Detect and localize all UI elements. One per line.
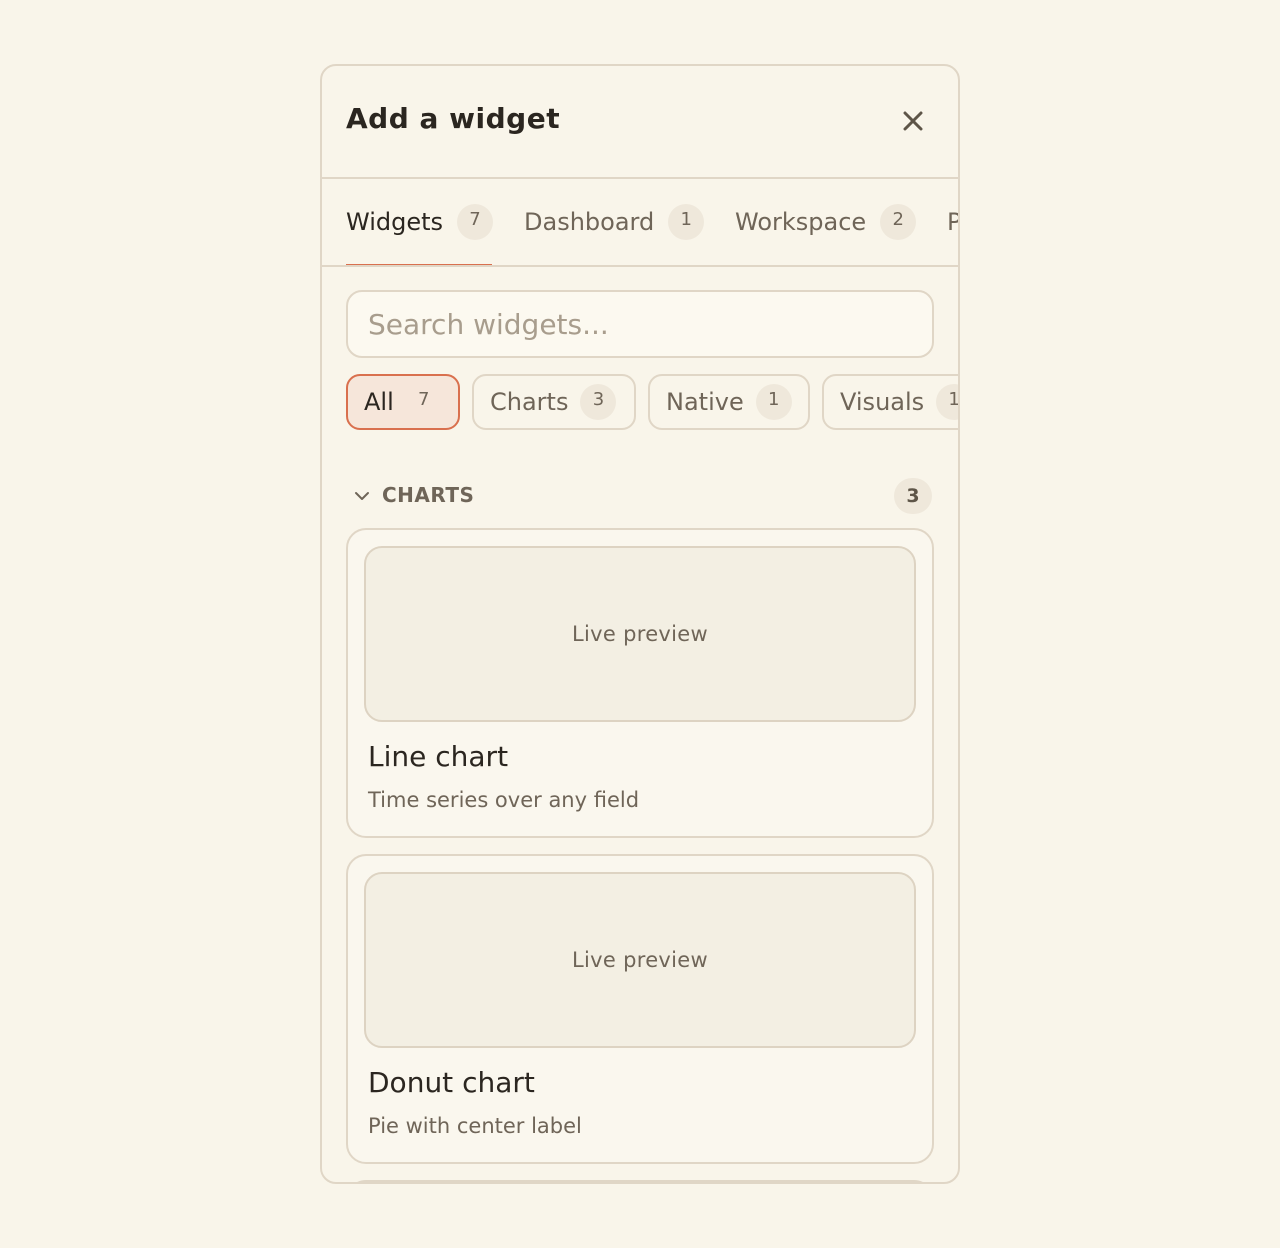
filter-chip-visuals[interactable]: Visuals 1 [822,374,958,430]
filter-chips: All 7 Charts 3 Native 1 Visuals 1 [346,374,958,432]
card-description: Time series over any field [368,788,640,812]
section-title: CHARTS [382,483,475,507]
chip-count-badge: 7 [418,388,430,410]
tab-bar: Widgets 7 Dashboard 1 Workspace 2 P [322,179,958,267]
chip-label: Native [666,388,744,416]
card-title: Line chart [368,740,509,773]
tab-count-badge: 2 [880,204,917,240]
card-description: Pie with center label [368,1114,582,1138]
tab-count-badge: 7 [457,204,494,240]
tab-label: Widgets [346,208,444,236]
card-title: Donut chart [368,1066,535,1099]
chip-count-badge: 3 [580,384,617,420]
live-preview: Live preview [364,872,916,1048]
section-count-badge: 3 [894,478,932,514]
filter-chip-native[interactable]: Native 1 [648,374,810,430]
active-tab-indicator [346,264,492,265]
dialog-title: Add a widget [346,102,561,135]
close-button[interactable] [896,104,930,138]
chip-label: Visuals [840,388,925,416]
filter-chip-all[interactable]: All 7 [346,374,460,430]
tab-dashboard[interactable]: Dashboard 1 [524,179,705,265]
chip-count-badge: 1 [936,384,958,420]
close-icon [903,111,923,131]
tab-count-badge: 1 [668,204,705,240]
section-header-charts[interactable]: CHARTS 3 [346,478,934,514]
tab-label: P [947,208,958,236]
widget-card-donut-chart[interactable]: Live preview Donut chart Pie with center… [346,854,934,1164]
live-preview: Live preview [364,546,916,722]
widget-card-partial[interactable] [346,1180,934,1182]
filter-chip-charts[interactable]: Charts 3 [472,374,636,430]
add-widget-dialog: Add a widget Widgets 7 Dashboard 1 Works… [320,64,960,1184]
search-input[interactable] [346,290,934,358]
tab-overflow[interactable]: P [947,179,958,265]
tab-widgets[interactable]: Widgets 7 [346,179,494,265]
dialog-header: Add a widget [322,66,958,179]
tab-label: Workspace [735,208,867,236]
tab-label: Dashboard [524,208,655,236]
chip-label: Charts [490,388,569,416]
widget-card-line-chart[interactable]: Live preview Line chart Time series over… [346,528,934,838]
chip-count-badge: 1 [755,384,792,420]
tab-workspace[interactable]: Workspace 2 [735,179,917,265]
chevron-down-icon[interactable] [352,486,372,506]
chip-label: All [364,388,394,416]
